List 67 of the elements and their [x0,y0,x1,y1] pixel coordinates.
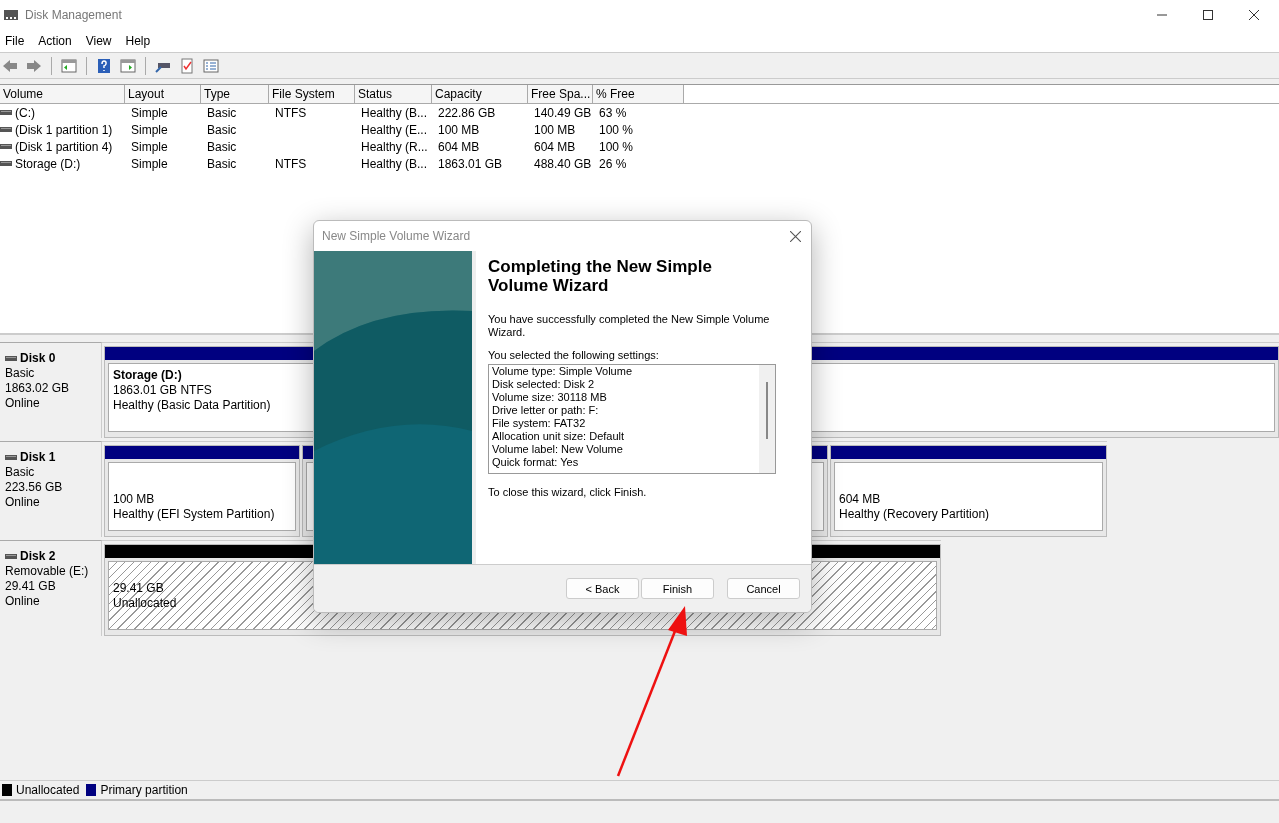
partition-info: Healthy (Basic Data Partition) [113,398,271,412]
window-title: Disk Management [25,8,122,22]
setting-line: Disk selected: Disk 2 [492,378,596,391]
partition-info: Healthy (Recovery Partition) [839,507,990,521]
table-cell: 488.40 GB [534,156,592,171]
setting-line: Drive letter or path: F: [492,404,600,417]
table-cell: Healthy (E... [361,122,428,137]
partition-info: 29.41 GB [113,581,164,595]
table-cell: 604 MB [534,139,576,154]
disk-name: Disk 1 [20,450,56,465]
disk-name: Disk 2 [20,549,56,564]
table-cell: 222.86 GB [438,105,496,120]
table-cell: 26 % [599,156,627,171]
partition-info: 604 MB [839,492,881,506]
wizard-heading: Completing the New Simple Volume Wizard [488,257,713,295]
table-cell: Basic [207,156,237,171]
setting-line: Quick format: Yes [492,456,580,469]
table-cell: Basic [207,139,237,154]
disk-detail: Online [5,396,41,411]
setting-line: Volume size: 30118 MB [492,391,608,404]
table-cell: (Disk 1 partition 4) [15,139,113,154]
table-cell: 140.49 GB [534,105,592,120]
setting-line: File system: FAT32 [492,417,587,430]
dialog-title: New Simple Volume Wizard [322,229,471,243]
table-cell: (Disk 1 partition 1) [15,122,113,137]
table-cell: Basic [207,122,237,137]
disk-detail: Online [5,594,41,609]
partition-info: 1863.01 GB NTFS [113,383,212,397]
partition-info: 100 MB [113,492,155,506]
table-cell: NTFS [275,156,307,171]
settings-label: You selected the following settings: [488,349,660,362]
table-cell: 604 MB [438,139,480,154]
legend-label: Unallocated [16,783,80,797]
table-cell: Healthy (B... [361,105,428,120]
disk-detail: Removable (E:) [5,564,90,579]
table-cell: Healthy (B... [361,156,428,171]
disk-detail: 29.41 GB [5,579,57,594]
table-cell: 100 MB [534,122,576,137]
disk-detail: Basic [5,465,36,480]
setting-line: Volume label: New Volume [492,443,624,456]
table-cell: 100 % [599,139,634,154]
disk-detail: 1863.02 GB [5,381,71,396]
table-cell: Simple [131,156,168,171]
table-cell: Basic [207,105,237,120]
setting-line: Volume type: Simple Volume [492,365,634,378]
table-cell: Storage (D:) [15,156,81,171]
disk-detail: 223.56 GB [5,480,64,495]
table-cell: Healthy (R... [361,139,428,154]
table-cell: Simple [131,105,168,120]
partition-info: Unallocated [113,596,177,610]
table-cell: 100 % [599,122,634,137]
table-cell: 100 MB [438,122,480,137]
closing-text: To close this wizard, click Finish. [488,486,648,499]
table-cell: Simple [131,139,168,154]
partition-title: Storage (D:) [113,368,182,382]
table-cell: NTFS [275,105,307,120]
disk-name: Disk 0 [20,351,56,366]
disk-detail: Basic [5,366,36,381]
table-cell: Simple [131,122,168,137]
partition-info: Healthy (EFI System Partition) [113,507,275,521]
setting-line: Allocation unit size: Default [492,430,626,443]
legend-label: Primary partition [100,783,188,797]
table-cell: 1863.01 GB [438,156,503,171]
disk-detail: Online [5,495,41,510]
table-cell: 63 % [599,105,627,120]
table-cell: (C:) [15,105,35,120]
intro-text: You have successfully completed the New Simple Volume Wizard. [488,313,771,339]
